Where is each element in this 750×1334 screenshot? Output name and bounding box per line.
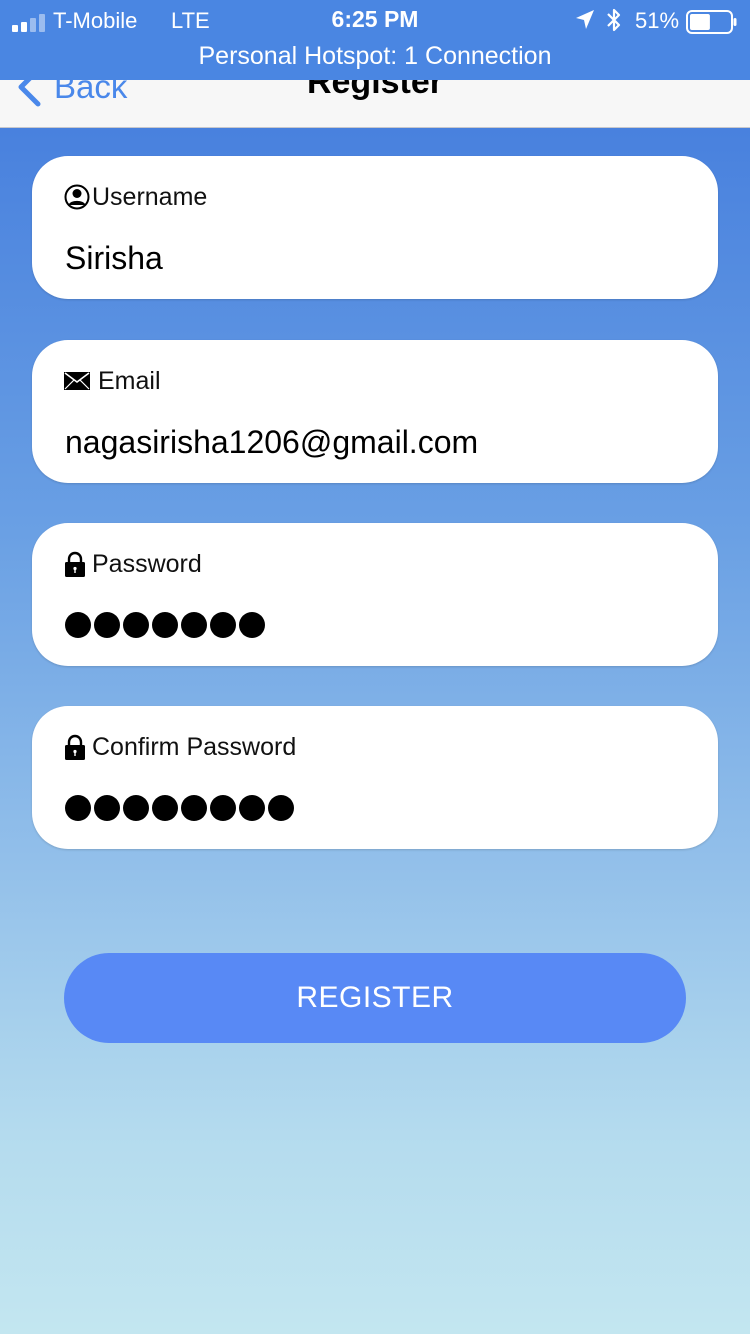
password-mask-dot bbox=[123, 795, 149, 821]
password-mask-dot bbox=[239, 795, 265, 821]
username-label: Username bbox=[92, 182, 208, 211]
email-label: Email bbox=[98, 366, 161, 395]
lock-icon bbox=[65, 734, 85, 760]
bluetooth-icon bbox=[607, 8, 621, 32]
lock-icon bbox=[65, 551, 85, 577]
password-mask-dot bbox=[268, 795, 294, 821]
password-mask-dot bbox=[181, 612, 207, 638]
password-mask-dot bbox=[152, 795, 178, 821]
password-mask-dot bbox=[65, 612, 91, 638]
page-title: Register bbox=[306, 80, 444, 101]
password-mask-dot bbox=[123, 612, 149, 638]
battery-percent: 51% bbox=[635, 8, 680, 33]
password-mask-dot bbox=[94, 612, 120, 638]
user-icon bbox=[64, 184, 90, 210]
password-mask-dot bbox=[94, 795, 120, 821]
email-input[interactable]: nagasirisha1206@gmail.com bbox=[65, 424, 478, 461]
hotspot-banner[interactable]: Personal Hotspot: 1 Connection bbox=[0, 42, 750, 71]
email-field[interactable]: Email nagasirisha1206@gmail.com bbox=[32, 340, 718, 483]
navigation-bar: Back Register bbox=[0, 80, 750, 128]
register-button[interactable]: REGISTER bbox=[64, 953, 686, 1043]
password-mask-dot bbox=[181, 795, 207, 821]
battery-icon bbox=[686, 10, 737, 34]
password-input[interactable] bbox=[65, 612, 265, 638]
username-input[interactable]: Sirisha bbox=[65, 240, 163, 277]
password-label: Password bbox=[92, 549, 202, 578]
password-field[interactable]: Password bbox=[32, 523, 718, 666]
confirm-password-label: Confirm Password bbox=[92, 732, 297, 761]
password-mask-dot bbox=[210, 795, 236, 821]
envelope-icon bbox=[64, 372, 90, 390]
username-field[interactable]: Username Sirisha bbox=[32, 156, 718, 299]
password-mask-dot bbox=[210, 612, 236, 638]
confirm-password-input[interactable] bbox=[65, 795, 294, 821]
password-mask-dot bbox=[152, 612, 178, 638]
status-bar: T-Mobile LTE 6:25 PM 51% Personal Hotspo… bbox=[0, 0, 750, 80]
password-mask-dot bbox=[239, 612, 265, 638]
location-arrow-icon bbox=[576, 10, 594, 29]
password-mask-dot bbox=[65, 795, 91, 821]
confirm-password-field[interactable]: Confirm Password bbox=[32, 706, 718, 849]
